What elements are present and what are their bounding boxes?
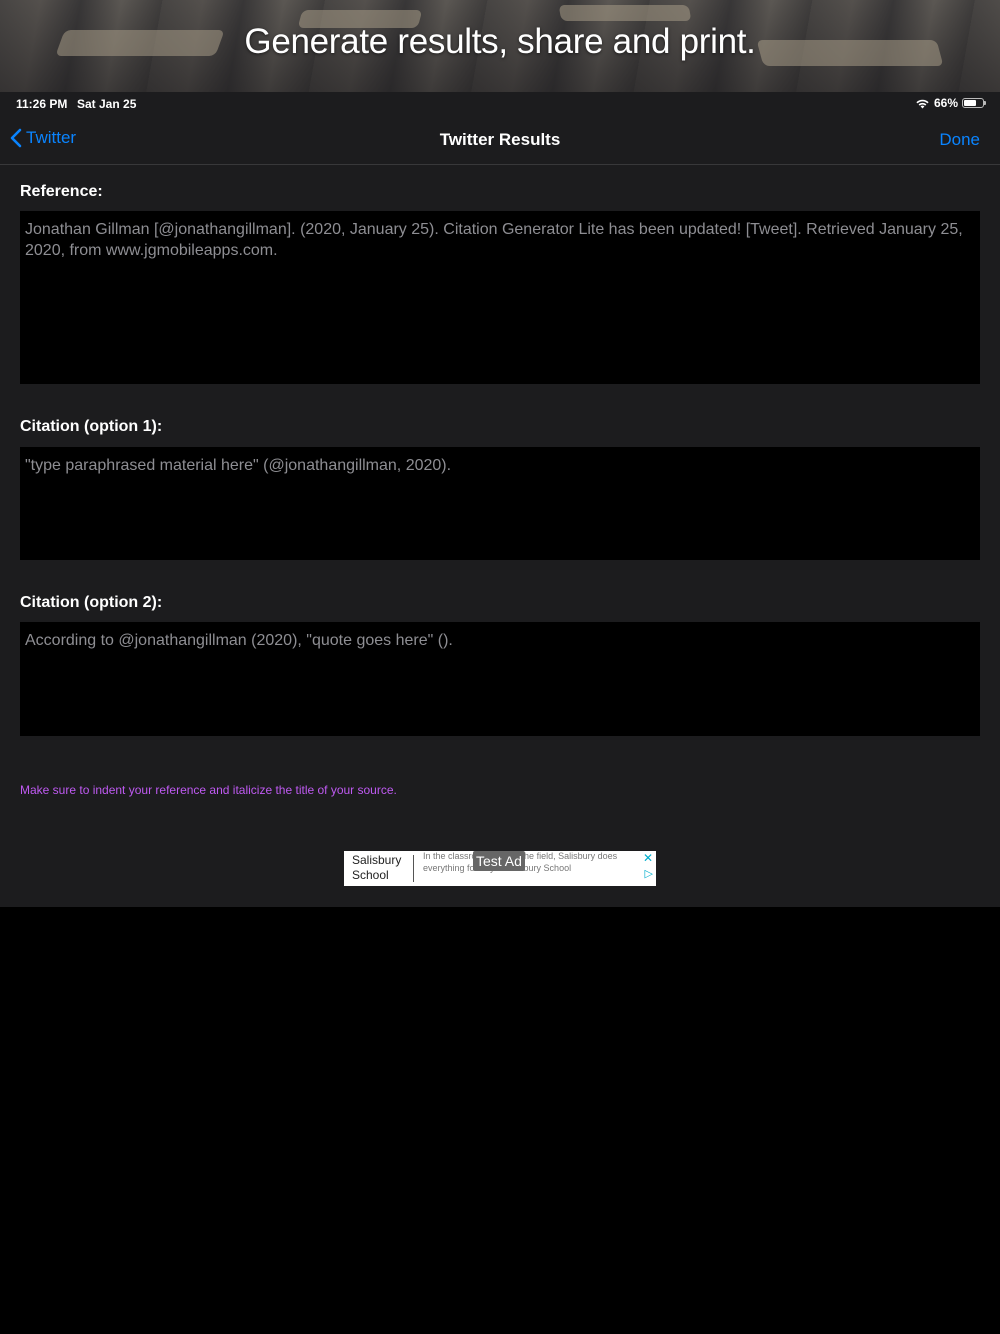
app-screen: 11:26 PM Sat Jan 25 66% Twitter Twitter … bbox=[0, 92, 1000, 907]
wifi-icon bbox=[916, 99, 929, 108]
promo-banner: Generate results, share and print. bbox=[0, 0, 1000, 92]
adchoices-icon[interactable]: ▷ bbox=[645, 868, 653, 880]
promo-headline: Generate results, share and print. bbox=[244, 22, 756, 61]
citation-option2-label: Citation (option 2): bbox=[20, 594, 163, 611]
navigation-bar: Twitter Twitter Results Done bbox=[0, 116, 1000, 165]
battery-percent: 66% bbox=[933, 96, 958, 110]
formatting-hint: Make sure to indent your reference and i… bbox=[20, 783, 397, 797]
status-date: Sat Jan 25 bbox=[77, 97, 137, 111]
test-ad-badge: Test Ad bbox=[473, 851, 525, 871]
status-time: 11:26 PM bbox=[16, 97, 68, 111]
reference-label: Reference: bbox=[20, 183, 103, 200]
close-icon[interactable]: ✕ bbox=[643, 852, 653, 864]
battery-icon bbox=[962, 98, 986, 108]
status-bar: 11:26 PM Sat Jan 25 66% bbox=[0, 92, 1000, 116]
ad-divider bbox=[413, 855, 414, 882]
page-title: Twitter Results bbox=[439, 130, 561, 149]
desk-shape bbox=[558, 5, 692, 21]
citation-option1-textview[interactable]: "type paraphrased material here" (@jonat… bbox=[20, 447, 980, 560]
citation-option2-textview[interactable]: According to @jonathangillman (2020), "q… bbox=[20, 622, 980, 736]
ad-brand: Salisbury School bbox=[352, 853, 402, 882]
ad-banner[interactable]: Salisbury School In the classroom and on… bbox=[344, 851, 656, 886]
status-right: 66% bbox=[915, 96, 986, 110]
citation-option1-label: Citation (option 1): bbox=[20, 418, 163, 435]
reference-textview[interactable]: Jonathan Gillman [@jonathangillman]. (20… bbox=[20, 211, 980, 384]
done-button[interactable]: Done bbox=[939, 130, 980, 150]
